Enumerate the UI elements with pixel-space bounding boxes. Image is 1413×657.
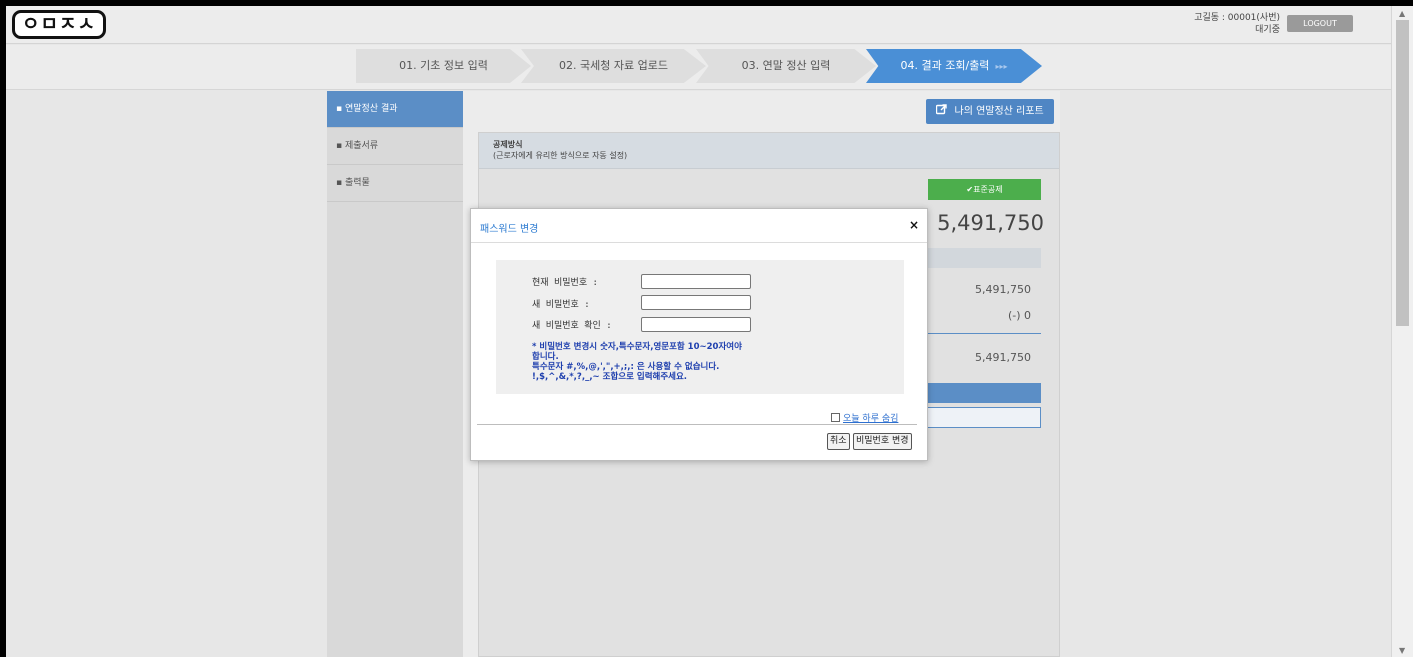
amount-row-2: (-) 0 xyxy=(1007,309,1031,322)
notice-line-3: 특수문자 #,%,@,',",+,;,: 은 사용할 수 없습니다. xyxy=(532,362,720,372)
user-info: 고길동 : 00001(사번) 대기중 xyxy=(1174,12,1280,36)
step-1[interactable]: 01. 기초 정보 입력 xyxy=(356,49,531,83)
step-3[interactable]: 03. 연말 정산 입력 xyxy=(696,49,876,83)
top-header: ㅇㅁㅈㅅ 고길동 : 00001(사번) 대기중 LOGOUT xyxy=(6,6,1391,44)
sidebar-item-result[interactable]: ▪ 연말정산 결과 xyxy=(327,91,463,128)
close-icon[interactable]: × xyxy=(909,218,919,232)
confirm-password-label: 새 비밀번호 확인 : xyxy=(532,321,612,331)
current-password-label: 현재 비밀번호 : xyxy=(532,278,598,288)
modal-title: 패스워드 변경 xyxy=(480,224,539,235)
confirm-password-input[interactable] xyxy=(641,317,751,332)
deduction-title: 공제방식 xyxy=(493,140,523,149)
change-password-button[interactable]: 비밀번호 변경 xyxy=(853,433,912,450)
step-4-label: 04. 결과 조회/출력 xyxy=(900,59,990,72)
highlight-band xyxy=(921,383,1041,403)
modal-divider xyxy=(471,242,927,243)
divider xyxy=(921,333,1041,334)
deduction-desc: (근로자에게 유리한 방식으로 자동 설정) xyxy=(493,151,628,160)
report-button[interactable]: 나의 연말정산 리포트 xyxy=(926,99,1054,124)
scroll-up-icon[interactable]: ▲ xyxy=(1399,9,1405,18)
sidebar: ▪ 연말정산 결과 ▪ 제출서류 ▪ 출력물 xyxy=(327,91,463,657)
password-change-modal: 패스워드 변경 × 현재 비밀번호 : 새 비밀번호 : 새 비밀번호 확인 :… xyxy=(470,208,928,461)
step-2[interactable]: 02. 국세청 자료 업로드 xyxy=(521,49,706,83)
current-password-input[interactable] xyxy=(641,274,751,289)
step-2-label: 02. 국세청 자료 업로드 xyxy=(559,59,668,72)
outlined-band xyxy=(921,407,1041,428)
amount-row-3: 5,491,750 xyxy=(975,351,1031,364)
password-rule-notice: * 비밀번호 변경시 숫자,특수문자,영문포함 10~20자여야 합니다. 특수… xyxy=(532,342,832,382)
scroll-down-icon[interactable]: ▼ xyxy=(1399,646,1405,655)
deduction-header: 공제방식 (근로자에게 유리한 방식으로 자동 설정) xyxy=(479,133,1059,169)
hide-today-option[interactable]: 오늘 하루 숨김 xyxy=(831,411,898,424)
user-status: 대기중 xyxy=(1255,25,1280,35)
external-link-icon xyxy=(936,104,954,117)
notice-line-4: !,$,^,&,*,?,_,~ 조합으로 입력해주세요. xyxy=(532,372,688,382)
modal-footer-divider xyxy=(477,424,917,425)
notice-line-2: 합니다. xyxy=(532,352,559,362)
new-password-label: 새 비밀번호 : xyxy=(532,300,590,310)
amount-row-1: 5,491,750 xyxy=(975,283,1031,296)
password-form: 현재 비밀번호 : 새 비밀번호 : 새 비밀번호 확인 : * 비밀번호 변경… xyxy=(496,260,904,394)
sidebar-item-documents[interactable]: ▪ 제출서류 xyxy=(327,128,463,165)
vertical-scrollbar[interactable]: ▲ ▼ xyxy=(1391,6,1413,657)
new-password-input[interactable] xyxy=(641,295,751,310)
app-window: ㅇㅁㅈㅅ 고길동 : 00001(사번) 대기중 LOGOUT 01. 기초 정… xyxy=(6,6,1391,657)
logout-button[interactable]: LOGOUT xyxy=(1287,15,1353,32)
report-button-label: 나의 연말정산 리포트 xyxy=(954,106,1044,117)
hide-today-label[interactable]: 오늘 하루 숨김 xyxy=(843,414,898,424)
hide-today-checkbox[interactable] xyxy=(831,413,840,422)
step-arrows-icon: ▸▸▸ xyxy=(995,62,1008,71)
step-1-label: 01. 기초 정보 입력 xyxy=(399,59,488,72)
step-4-active[interactable]: 04. 결과 조회/출력 ▸▸▸ xyxy=(866,49,1042,83)
cancel-button[interactable]: 취소 xyxy=(827,433,850,450)
step-3-label: 03. 연말 정산 입력 xyxy=(741,59,831,72)
notice-line-1: * 비밀번호 변경시 숫자,특수문자,영문포함 10~20자여야 xyxy=(532,342,742,352)
logo[interactable]: ㅇㅁㅈㅅ xyxy=(12,10,106,39)
sidebar-item-printouts[interactable]: ▪ 출력물 xyxy=(327,165,463,202)
total-amount: 5,491,750 xyxy=(937,211,1044,235)
user-name: 고길동 : 00001(사번) xyxy=(1194,13,1280,23)
standard-deduction-button[interactable]: ✔표준공제 xyxy=(928,179,1041,200)
step-progress: 01. 기초 정보 입력 02. 국세청 자료 업로드 03. 연말 정산 입력… xyxy=(6,45,1391,90)
summary-band xyxy=(921,248,1041,268)
scroll-thumb[interactable] xyxy=(1396,20,1409,326)
